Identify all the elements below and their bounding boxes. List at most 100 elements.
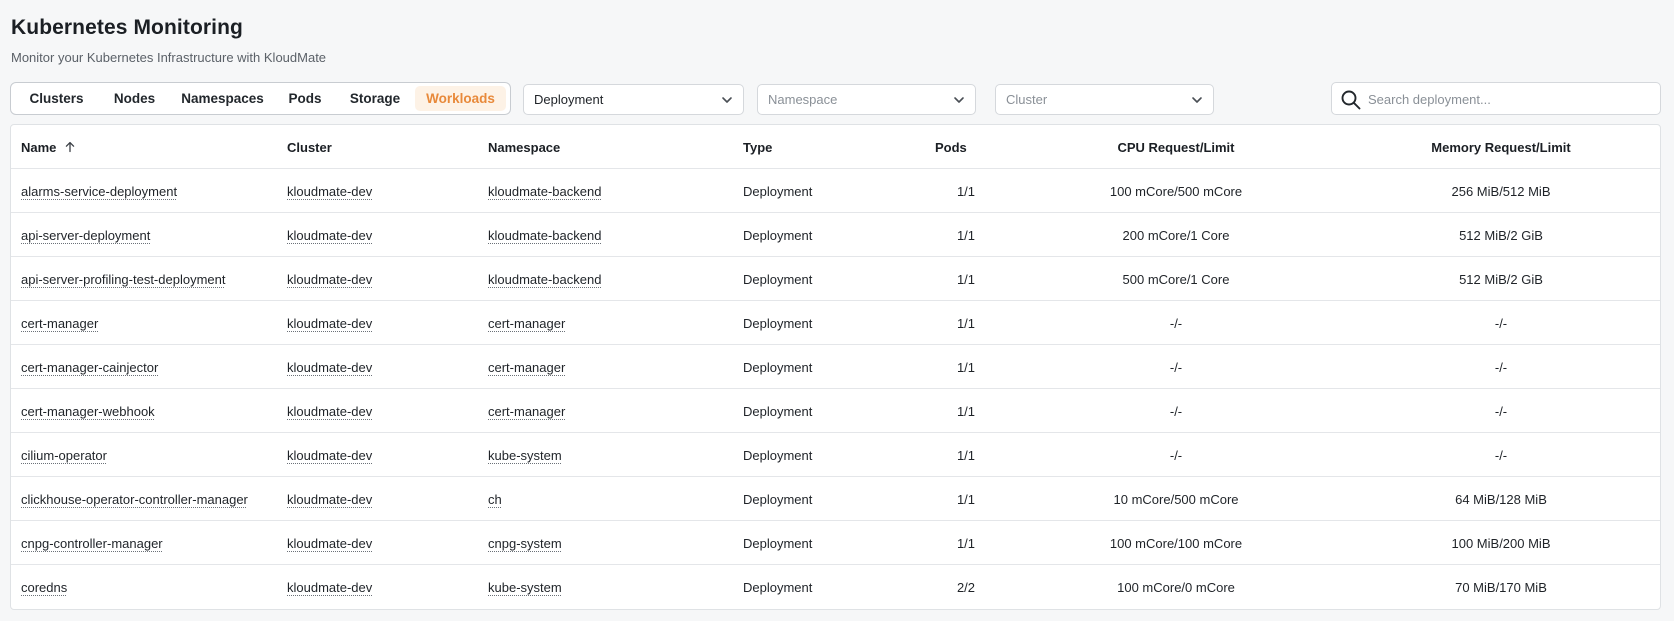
column-header-type[interactable]: Type	[743, 125, 772, 169]
cell-namespace-text[interactable]: cert-manager	[488, 316, 565, 331]
cell-pods-text: 1/1	[956, 535, 976, 551]
cell-cluster-text[interactable]: kloudmate-dev	[287, 228, 372, 243]
cell-cluster: kloudmate-dev	[287, 169, 372, 213]
table-row[interactable]: cnpg-controller-manager kloudmate-dev cnpg…	[11, 521, 1660, 565]
cell-name-text[interactable]: api-server-deployment	[21, 228, 150, 243]
table-row[interactable]: cert-manager-webhook kloudmate-dev cert-ma…	[11, 389, 1660, 433]
cell-pods: 1/1	[946, 257, 986, 301]
table-row[interactable]: api-server-deployment kloudmate-dev kloudm…	[11, 213, 1660, 257]
cell-name: alarms-service-deployment	[21, 169, 177, 213]
cell-name-text[interactable]: cnpg-controller-manager	[21, 536, 163, 551]
cell-namespace-text[interactable]: cert-manager	[488, 360, 565, 375]
cell-namespace-text[interactable]: kloudmate-backend	[488, 184, 601, 199]
cell-namespace-text[interactable]: kube-system	[488, 580, 562, 595]
cell-type: Deployment	[743, 257, 812, 301]
cell-type: Deployment	[743, 477, 812, 521]
cell-memory: -/-	[1371, 301, 1631, 345]
cell-name-text[interactable]: clickhouse-operator-controller-manager	[21, 492, 248, 507]
column-header-memory[interactable]: Memory Request/Limit	[1371, 125, 1631, 169]
cell-memory-text: 512 MiB/2 GiB	[1459, 227, 1543, 243]
table-row[interactable]: cert-manager kloudmate-dev cert-manager Dep…	[11, 301, 1660, 345]
cell-type-text: Deployment	[743, 535, 813, 551]
table-row[interactable]: coredns kloudmate-dev kube-system Deploymen…	[11, 565, 1660, 609]
cell-name-text[interactable]: cert-manager-webhook	[21, 404, 155, 419]
cell-name-text[interactable]: cert-manager	[21, 316, 98, 331]
cell-namespace: ch	[488, 477, 502, 521]
cell-namespace-text[interactable]: kloudmate-backend	[488, 228, 601, 243]
cell-namespace-text[interactable]: kloudmate-backend	[488, 272, 601, 287]
column-header-namespace[interactable]: Namespace	[488, 125, 560, 169]
column-header-name[interactable]: Name	[21, 125, 76, 169]
cell-cluster: kloudmate-dev	[287, 345, 372, 389]
cell-namespace-text[interactable]: kube-system	[488, 448, 562, 463]
cell-cluster-text[interactable]: kloudmate-dev	[287, 404, 372, 419]
cell-cpu-text: 100 mCore/0 mCore	[1117, 579, 1235, 595]
cell-cluster-text[interactable]: kloudmate-dev	[287, 448, 372, 463]
column-header-cluster[interactable]: Cluster	[287, 125, 332, 169]
table-row[interactable]: api-server-profiling-test-deployment klou…	[11, 257, 1660, 301]
chevron-down-icon	[1192, 97, 1202, 103]
cell-namespace: cert-manager	[488, 301, 565, 345]
cell-cpu-text: 10 mCore/500 mCore	[1113, 491, 1239, 507]
cell-name-text[interactable]: coredns	[21, 580, 67, 595]
tab-pods[interactable]: Pods	[276, 86, 334, 111]
namespace-select[interactable]: Namespace	[757, 84, 976, 115]
cell-cluster-text[interactable]: kloudmate-dev	[287, 184, 372, 199]
cell-cluster-text[interactable]: kloudmate-dev	[287, 316, 372, 331]
cell-name-text[interactable]: api-server-profiling-test-deployment	[21, 272, 225, 287]
cell-namespace-text[interactable]: ch	[488, 492, 502, 507]
table-row[interactable]: alarms-service-deployment kloudmate-dev kl…	[11, 169, 1660, 213]
cell-memory: 256 MiB/512 MiB	[1371, 169, 1631, 213]
cell-name-text[interactable]: cilium-operator	[21, 448, 107, 463]
workloads-table: Name Cluster Namespace Type Pods CPU Req…	[10, 124, 1661, 610]
cell-name-text[interactable]: alarms-service-deployment	[21, 184, 177, 199]
arrow-up-icon	[66, 141, 75, 153]
cell-cpu: -/-	[1051, 301, 1301, 345]
cell-type-text: Deployment	[743, 447, 813, 463]
cell-cpu: -/-	[1051, 433, 1301, 477]
cell-cluster-text[interactable]: kloudmate-dev	[287, 492, 372, 507]
workload-type-select[interactable]: Deployment	[523, 84, 744, 115]
cell-cluster-text[interactable]: kloudmate-dev	[287, 272, 372, 287]
cell-pods-text: 1/1	[956, 227, 976, 243]
column-header-cpu[interactable]: CPU Request/Limit	[1051, 125, 1301, 169]
cell-memory-text: 64 MiB/128 MiB	[1455, 491, 1547, 507]
cell-namespace: cnpg-system	[488, 521, 562, 565]
cell-type-text: Deployment	[743, 315, 813, 331]
tab-storage[interactable]: Storage	[338, 86, 412, 111]
cell-memory-text: -/-	[1494, 403, 1508, 419]
workload-type-value: Deployment	[534, 92, 604, 107]
cell-name: api-server-deployment	[21, 213, 150, 257]
cell-cpu-text: 500 mCore/1 Core	[1122, 271, 1230, 287]
cluster-select[interactable]: Cluster	[995, 84, 1214, 115]
tab-workloads[interactable]: Workloads	[415, 86, 506, 111]
cell-type: Deployment	[743, 345, 812, 389]
cell-cpu: 100 mCore/500 mCore	[1051, 169, 1301, 213]
column-header-pods[interactable]: Pods	[935, 125, 967, 169]
cell-namespace-text[interactable]: cert-manager	[488, 404, 565, 419]
tab-clusters[interactable]: Clusters	[17, 86, 96, 111]
cell-cluster-text[interactable]: kloudmate-dev	[287, 536, 372, 551]
cell-type: Deployment	[743, 169, 812, 213]
cell-cluster: kloudmate-dev	[287, 477, 372, 521]
cell-memory-text: 512 MiB/2 GiB	[1459, 271, 1543, 287]
table-row[interactable]: clickhouse-operator-controller-manager kl…	[11, 477, 1660, 521]
cell-cluster-text[interactable]: kloudmate-dev	[287, 360, 372, 375]
cell-name: cert-manager-cainjector	[21, 345, 158, 389]
search-input[interactable]	[1368, 88, 1653, 110]
cell-namespace-text[interactable]: cnpg-system	[488, 536, 562, 551]
cell-cluster-text[interactable]: kloudmate-dev	[287, 580, 372, 595]
cell-name: cnpg-controller-manager	[21, 521, 163, 565]
cell-cpu-text: -/-	[1169, 447, 1183, 463]
tab-nodes[interactable]: Nodes	[101, 86, 168, 111]
search-icon	[1341, 90, 1361, 110]
table-row[interactable]: cert-manager-cainjector kloudmate-dev cert…	[11, 345, 1660, 389]
tab-namespaces[interactable]: Namespaces	[172, 86, 273, 111]
cell-cluster: kloudmate-dev	[287, 301, 372, 345]
table-row[interactable]: cilium-operator kloudmate-dev kube-system D…	[11, 433, 1660, 477]
cell-memory-text: 100 MiB/200 MiB	[1451, 535, 1551, 551]
column-header-name-label: Name	[21, 139, 57, 155]
namespace-placeholder: Namespace	[768, 92, 838, 107]
cell-namespace: kloudmate-backend	[488, 169, 601, 213]
cell-name-text[interactable]: cert-manager-cainjector	[21, 360, 158, 375]
